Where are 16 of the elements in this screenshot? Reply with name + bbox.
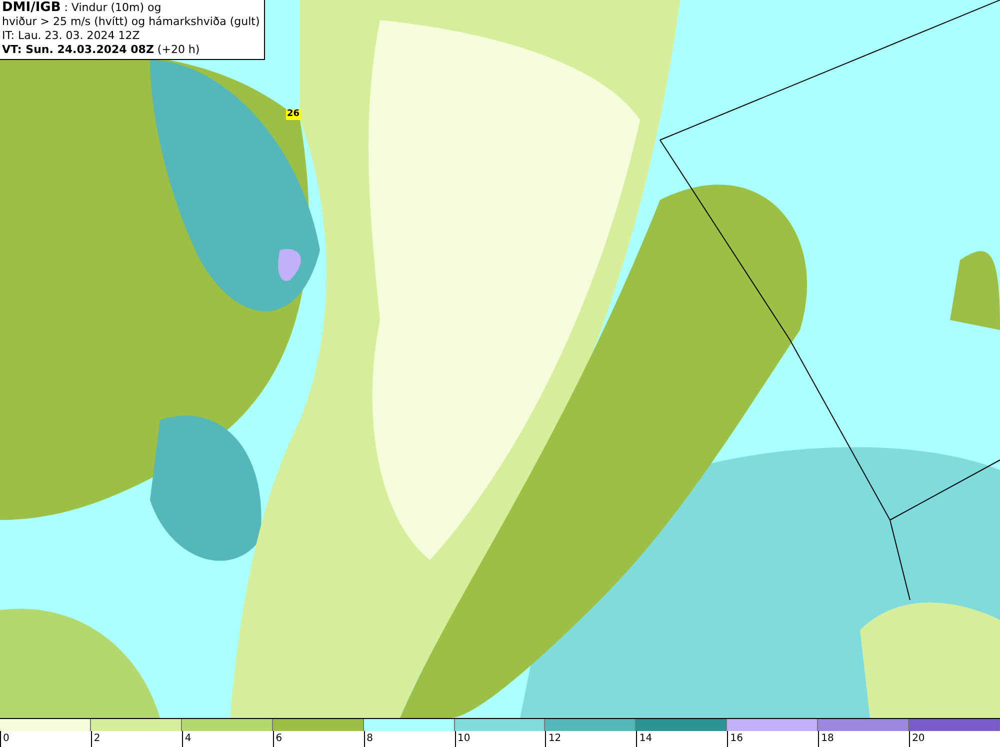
legend-label: 4	[182, 731, 273, 747]
legend-label: 6	[272, 731, 364, 747]
legend-label: 8	[364, 731, 455, 747]
legend-label: 0	[0, 731, 91, 747]
chart-subtitle: hviður > 25 m/s (hvítt) og hámarkshviða (gult)	[2, 15, 260, 29]
legend-label: 16	[727, 731, 818, 747]
gust-label: 26	[286, 109, 301, 120]
valid-time: VT: Sun. 24.03.2024 08Z (+20 h)	[2, 43, 201, 57]
chart-title: DMI/IGB : Vindur (10m) og	[2, 1, 162, 15]
legend-label: 18	[818, 731, 910, 747]
legend-label: 12	[545, 731, 636, 747]
legend-label: 10	[454, 731, 546, 747]
initial-time: IT: Lau. 23. 03. 2024 12Z	[2, 29, 141, 43]
legend-label: 20	[909, 731, 1000, 747]
legend-label: 2	[90, 731, 182, 747]
legend-label: 14	[636, 731, 728, 747]
